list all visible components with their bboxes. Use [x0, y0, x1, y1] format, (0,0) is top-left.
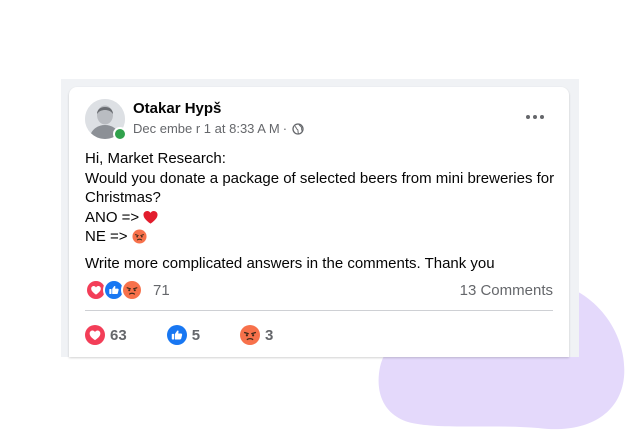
globe-icon[interactable] — [292, 122, 304, 135]
option-no: NE => — [85, 227, 555, 247]
option-yes: ANO => — [85, 208, 555, 228]
reaction-summary[interactable]: 71 — [85, 279, 170, 301]
reaction-breakdown: 63 5 3 — [85, 325, 313, 345]
divider — [85, 310, 553, 311]
post-question: Would you donate a package of selected b… — [85, 169, 555, 207]
option-no-label: NE => — [85, 228, 128, 245]
red-heart-emoji-icon — [143, 210, 158, 224]
love-reaction-icon — [85, 325, 105, 345]
like-stat[interactable]: 5 — [166, 325, 201, 345]
online-status-dot — [113, 127, 127, 141]
option-yes-label: ANO => — [85, 208, 140, 226]
post-card: Otakar Hypš Dec embe r 1 at 8:33 A M · H… — [69, 87, 569, 357]
like-reaction-icon — [166, 325, 187, 345]
post-timestamp[interactable]: Dec embe r 1 at 8:33 A M — [133, 121, 280, 136]
like-count: 5 — [191, 326, 201, 344]
meta-separator: · — [282, 121, 288, 136]
angry-face-emoji-icon — [132, 229, 147, 244]
angry-reaction-icon — [121, 279, 143, 301]
more-options-button[interactable] — [521, 105, 549, 129]
love-stat[interactable]: 63 — [85, 325, 127, 345]
love-count: 63 — [110, 326, 127, 344]
post-body: Hi, Market Research: Would you donate a … — [85, 149, 555, 273]
angry-stat[interactable]: 3 — [240, 325, 273, 345]
angry-reaction-icon — [240, 325, 261, 345]
more-horizontal-icon — [526, 115, 530, 119]
comments-count-link[interactable]: 13 Comments — [460, 282, 553, 299]
post-meta: Dec embe r 1 at 8:33 A M · — [133, 121, 304, 136]
reaction-total: 71 — [153, 281, 170, 299]
angry-count: 3 — [265, 326, 274, 344]
author-name[interactable]: Otakar Hypš — [133, 100, 221, 117]
post-closing: Write more complicated answers in the co… — [85, 254, 495, 272]
post-greeting: Hi, Market Research: — [85, 150, 226, 167]
